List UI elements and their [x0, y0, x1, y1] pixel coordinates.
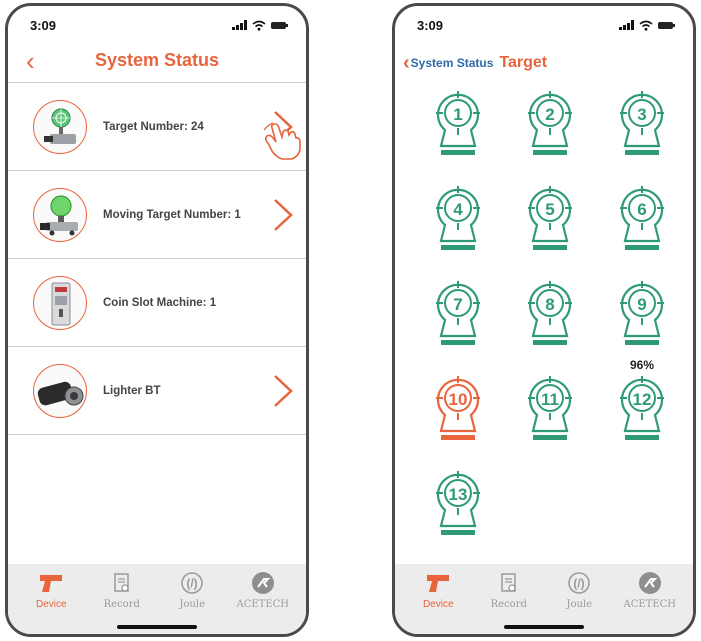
- battery-icon: [658, 21, 675, 29]
- status-bar: 3:09: [395, 6, 693, 44]
- target-number: 3: [637, 105, 647, 124]
- row-coin-slot-machine[interactable]: Coin Slot Machine: 1: [8, 259, 306, 347]
- row-target-number[interactable]: Target Number: 24: [8, 83, 306, 171]
- coin-slot-machine-thumbnail: [33, 275, 87, 330]
- tap-hand-icon: [263, 122, 301, 160]
- target-number-label: Target Number: 24: [103, 120, 204, 133]
- tab-acetech[interactable]: ACETECH: [620, 570, 680, 634]
- device-list: Target Number: 24 Moving Target Number: …: [8, 82, 306, 435]
- phone-system-status: 3:09 ‹ System Status Target Number: 24 M…: [5, 3, 309, 637]
- target-13[interactable]: 13: [413, 464, 503, 564]
- target-11[interactable]: 11: [505, 369, 595, 469]
- lighter-bt-label: Lighter BT: [103, 384, 161, 397]
- coin-slot-machine-label: Coin Slot Machine: 1: [103, 296, 217, 309]
- target-3[interactable]: 3: [597, 84, 687, 184]
- energy-icon: (/): [179, 570, 205, 596]
- pistol-icon: [425, 570, 451, 596]
- target-10[interactable]: 10: [413, 369, 503, 469]
- target-6[interactable]: 6: [597, 179, 687, 279]
- wifi-icon: [639, 20, 653, 31]
- page-title: Target: [499, 54, 548, 71]
- acetech-logo-icon: [637, 570, 663, 596]
- wifi-icon: [252, 20, 266, 31]
- chevron-left-icon: ‹: [403, 52, 410, 74]
- clipboard-icon: [109, 570, 135, 596]
- target-5[interactable]: 5: [505, 179, 595, 279]
- nav-bar: ‹ System Status: [8, 44, 306, 82]
- tab-bar: Device Record (/) Joule ACETECH: [395, 564, 693, 634]
- battery-icon: [271, 21, 288, 29]
- clipboard-icon: [496, 570, 522, 596]
- phone-target: 3:09 ‹ System Status Target 1 2 3 4 5 6 7 8 9 96%…: [392, 3, 696, 637]
- target-number: 10: [448, 390, 468, 409]
- home-indicator: [504, 625, 584, 629]
- row-moving-target-number[interactable]: Moving Target Number: 1: [8, 171, 306, 259]
- nav-bar: ‹ System Status Target: [395, 44, 693, 82]
- signal-icon: [232, 20, 247, 30]
- target-number: 12: [632, 390, 652, 409]
- target-number: 5: [545, 200, 555, 219]
- target-number: 7: [453, 295, 463, 314]
- signal-icon: [619, 20, 634, 30]
- chevron-right-icon[interactable]: [272, 197, 294, 233]
- target-8[interactable]: 8: [505, 274, 595, 374]
- target-number: 13: [448, 485, 468, 504]
- target-number: 8: [545, 295, 555, 314]
- target-4[interactable]: 4: [413, 179, 503, 279]
- moving-target-number-label: Moving Target Number: 1: [103, 208, 241, 221]
- moving-target-thumbnail: [33, 187, 87, 242]
- target-number: 9: [637, 295, 647, 314]
- tab-acetech[interactable]: ACETECH: [233, 570, 293, 634]
- target-number: 11: [541, 390, 559, 409]
- target-device-thumbnail: [33, 99, 87, 154]
- target-9[interactable]: 9 96%: [597, 274, 687, 374]
- tab-bar: Device Record (/) Joule ACETECH: [8, 564, 306, 634]
- back-button[interactable]: ‹ System Status: [403, 53, 493, 73]
- page-title: System Status: [94, 50, 220, 70]
- target-7[interactable]: 7: [413, 274, 503, 374]
- target-number: 2: [545, 105, 555, 124]
- tab-device[interactable]: Device: [408, 570, 468, 634]
- home-indicator: [117, 625, 197, 629]
- energy-icon: (/): [566, 570, 592, 596]
- acetech-logo-icon: [250, 570, 276, 596]
- target-2[interactable]: 2: [505, 84, 595, 184]
- target-1[interactable]: 1: [413, 84, 503, 184]
- back-label: System Status: [410, 56, 494, 70]
- target-number: 4: [453, 200, 463, 219]
- target-number: 1: [453, 105, 463, 124]
- row-lighter-bt[interactable]: Lighter BT: [8, 347, 306, 435]
- status-time: 3:09: [417, 17, 444, 33]
- lighter-bt-thumbnail: [33, 363, 87, 418]
- pistol-icon: [38, 570, 64, 596]
- status-time: 3:09: [30, 17, 57, 33]
- tab-device[interactable]: Device: [21, 570, 81, 634]
- chevron-right-icon[interactable]: [272, 373, 294, 409]
- status-bar: 3:09: [8, 6, 306, 44]
- svg-text:(/): (/): [187, 577, 198, 591]
- svg-text:(/): (/): [574, 577, 585, 591]
- target-number: 6: [637, 200, 647, 219]
- target-12[interactable]: 12: [597, 369, 687, 469]
